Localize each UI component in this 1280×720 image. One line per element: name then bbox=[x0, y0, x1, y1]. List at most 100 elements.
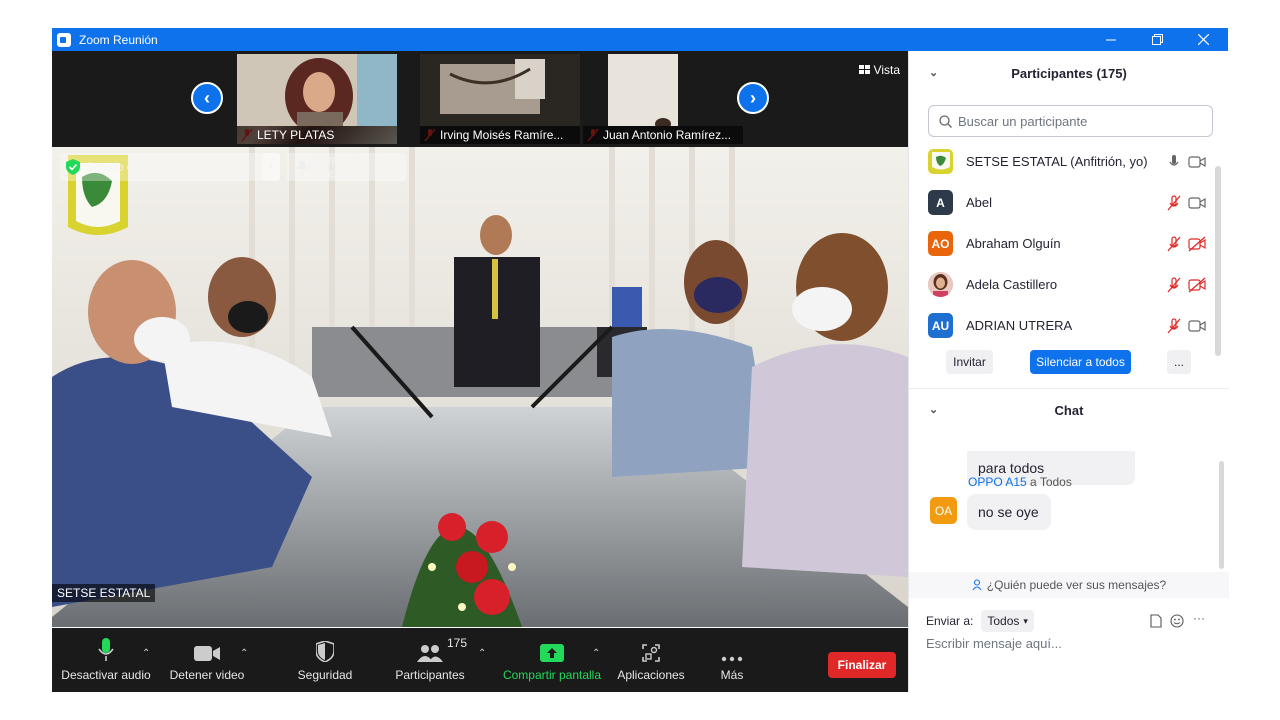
video-off-icon[interactable] bbox=[1188, 236, 1206, 252]
security-button[interactable]: Seguridad bbox=[288, 628, 362, 692]
more-label: Más bbox=[720, 668, 744, 682]
chat-message-text: para todos bbox=[978, 460, 1045, 476]
participant-thumbnail[interactable]: Irving Moisés Ramíre... bbox=[420, 54, 580, 144]
shield-icon bbox=[316, 641, 334, 662]
search-icon bbox=[939, 114, 952, 128]
participants-header: ⌄ Participantes (175) bbox=[909, 56, 1229, 90]
participant-row[interactable]: Adela Castillero bbox=[909, 264, 1219, 305]
emoji-icon[interactable] bbox=[1170, 614, 1184, 628]
muted-mic-icon[interactable] bbox=[1165, 194, 1183, 211]
side-panel: ⌄ Participantes (175) Buscar un particip… bbox=[908, 51, 1229, 692]
view-button[interactable]: Vista bbox=[858, 63, 900, 77]
video-camera-icon[interactable] bbox=[1188, 195, 1206, 211]
restore-button[interactable] bbox=[1134, 28, 1180, 51]
search-placeholder: Buscar un participante bbox=[958, 113, 1088, 129]
video-camera-icon bbox=[194, 646, 220, 661]
participants-options-caret[interactable]: ⌃ bbox=[478, 648, 486, 659]
chat-message: no se oye bbox=[967, 494, 1051, 530]
participant-row[interactable]: A Abel bbox=[909, 182, 1219, 223]
original-sound-label: Sonido original: desactivado bbox=[86, 160, 237, 174]
recipient-dropdown[interactable]: Todos ▾ bbox=[981, 610, 1034, 632]
participants-title: Participantes (175) bbox=[1011, 65, 1127, 81]
avatar: OA bbox=[930, 497, 957, 524]
participant-name: Abel bbox=[966, 195, 993, 210]
microphone-icon[interactable] bbox=[1165, 154, 1183, 170]
participant-row[interactable]: AO Abraham Olguín bbox=[909, 223, 1219, 264]
meeting-room-video bbox=[52, 147, 908, 627]
more-button[interactable]: Más bbox=[706, 628, 758, 692]
participant-row[interactable]: AU ADRIAN UTRERA bbox=[909, 305, 1219, 346]
title-bar: Zoom Reunión bbox=[52, 28, 1228, 51]
participant-search-input[interactable]: Buscar un participante bbox=[928, 105, 1213, 137]
apps-label: Aplicaciones bbox=[617, 668, 685, 682]
next-page-button[interactable]: › bbox=[737, 82, 769, 114]
chevron-down-icon: ▾ bbox=[268, 161, 274, 172]
share-screen-label: Compartir pantalla bbox=[502, 668, 602, 682]
mute-all-button[interactable]: Silenciar a todos bbox=[1030, 350, 1131, 374]
original-sound-toggle[interactable]: Sonido original: desactivado bbox=[60, 153, 280, 181]
stop-video-button[interactable]: Detener video bbox=[164, 628, 250, 692]
minimize-icon bbox=[1106, 39, 1116, 40]
video-options-caret[interactable]: ⌃ bbox=[240, 648, 248, 659]
close-icon bbox=[1197, 34, 1209, 45]
collapse-chevron-icon[interactable]: ⌄ bbox=[929, 66, 938, 79]
share-screen-button[interactable]: Compartir pantalla bbox=[498, 628, 606, 692]
participant-name: Adela Castillero bbox=[966, 277, 1058, 292]
muted-mic-icon[interactable] bbox=[1165, 317, 1183, 334]
profile-photo bbox=[928, 272, 953, 297]
video-camera-icon[interactable] bbox=[1188, 318, 1206, 334]
close-button[interactable] bbox=[1180, 28, 1226, 51]
mute-audio-button[interactable]: Desactivar audio bbox=[58, 628, 154, 692]
more-dots-icon bbox=[721, 656, 743, 662]
avatar bbox=[928, 149, 953, 174]
video-off-icon[interactable] bbox=[1188, 277, 1206, 293]
participant-name: Irving Moisés Ramíre... bbox=[420, 126, 580, 144]
zoom-logo-icon bbox=[57, 32, 71, 47]
participants-label: Participantes bbox=[395, 668, 465, 682]
audio-options-caret[interactable]: ⌃ bbox=[142, 648, 150, 659]
participant-video bbox=[420, 54, 580, 126]
collapse-chevron-icon[interactable]: ⌄ bbox=[929, 403, 938, 416]
setse-logo-icon bbox=[931, 151, 950, 169]
participant-video bbox=[237, 54, 397, 126]
participants-button[interactable]: 175 Participantes bbox=[388, 628, 472, 692]
who-can-see-link[interactable]: ¿Quién puede ver sus mensajes? bbox=[909, 572, 1229, 598]
more-options-button[interactable]: ... bbox=[1167, 350, 1191, 374]
file-icon[interactable] bbox=[1150, 614, 1162, 628]
unpin-button[interactable]: Eliminar anclaje bbox=[287, 153, 406, 181]
pin-icon bbox=[297, 160, 307, 174]
invite-button[interactable]: Invitar bbox=[946, 350, 993, 374]
person-eye-icon bbox=[972, 579, 982, 591]
minimize-button[interactable] bbox=[1088, 28, 1134, 51]
chat-message-input[interactable]: Escribir mensaje aquí... bbox=[926, 636, 1062, 651]
send-to-row: Enviar a: Todos ▾ ··· bbox=[926, 608, 1216, 634]
participant-thumbnail[interactable]: LETY PLATAS bbox=[237, 54, 397, 144]
chat-sender: OPPO A15 a Todos bbox=[968, 475, 1072, 489]
more-options-icon[interactable]: ··· bbox=[1193, 611, 1205, 625]
share-options-caret[interactable]: ⌃ bbox=[592, 648, 600, 659]
stop-video-label: Detener video bbox=[169, 668, 245, 682]
original-sound-dropdown[interactable]: ▾ bbox=[262, 153, 280, 181]
main-video: Sonido original: desactivado ▾ Eliminar … bbox=[52, 147, 908, 627]
muted-mic-icon[interactable] bbox=[1165, 276, 1183, 293]
avatar: AU bbox=[928, 313, 953, 338]
end-meeting-button[interactable]: Finalizar bbox=[828, 652, 896, 678]
meeting-toolbar: Desactivar audio ⌃ Detener video ⌃ Segur… bbox=[52, 628, 908, 692]
apps-button[interactable]: Aplicaciones bbox=[612, 628, 690, 692]
shield-check-icon bbox=[66, 159, 80, 175]
previous-page-button[interactable]: ‹ bbox=[191, 82, 223, 114]
participant-name: SETSE ESTATAL (Anfitrión, yo) bbox=[966, 154, 1148, 169]
participant-name: Abraham Olguín bbox=[966, 236, 1061, 251]
muted-mic-icon[interactable] bbox=[1165, 235, 1183, 252]
grid-view-icon bbox=[858, 65, 870, 74]
participant-row[interactable]: SETSE ESTATAL (Anfitrión, yo) bbox=[909, 141, 1219, 182]
video-area: ‹ LETY PLATAS Irving Moisés Ramíre... Ju… bbox=[52, 51, 908, 627]
video-camera-icon[interactable] bbox=[1188, 154, 1206, 170]
restore-icon bbox=[1151, 34, 1163, 45]
participant-video bbox=[583, 54, 743, 126]
chat-scrollbar[interactable] bbox=[1219, 461, 1224, 569]
participants-count: 175 bbox=[447, 636, 468, 650]
send-to-label: Enviar a: bbox=[926, 614, 974, 628]
participant-thumbnail[interactable]: Juan Antonio Ramírez... bbox=[583, 54, 743, 144]
chevron-down-icon: ▾ bbox=[1023, 615, 1028, 626]
